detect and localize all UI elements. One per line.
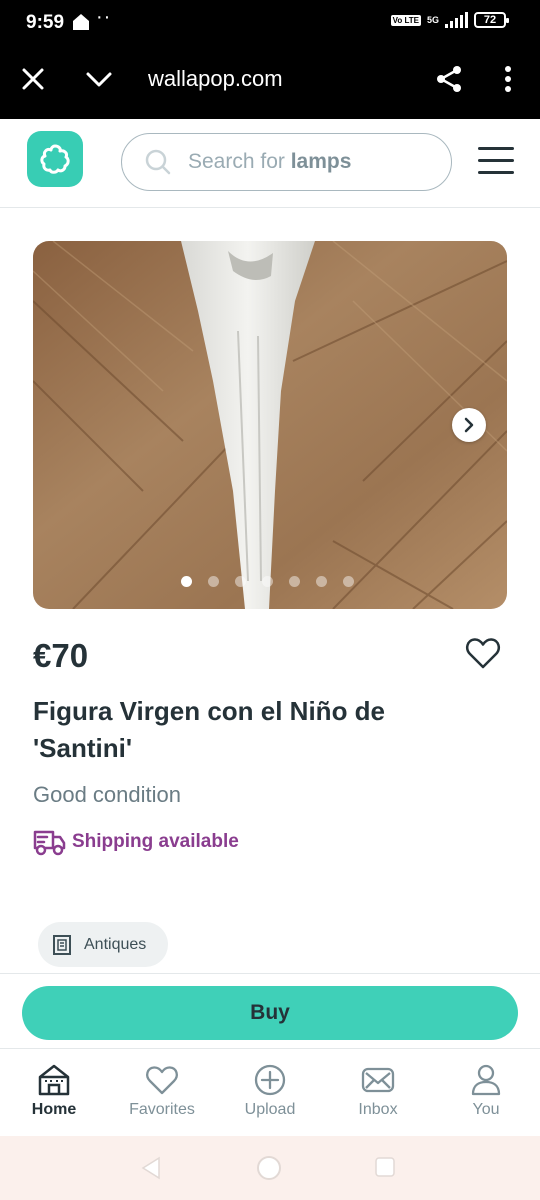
nav-upload[interactable]: Upload (216, 1063, 324, 1119)
system-navigation-bar (0, 1136, 540, 1200)
product-condition: Good condition (33, 782, 181, 807)
shipping-info: Shipping available (33, 828, 239, 856)
nav-you-label: You (472, 1101, 500, 1118)
signal-icon (445, 12, 468, 28)
wallapop-logo[interactable] (27, 131, 83, 187)
search-placeholder-keyword: lamps (290, 150, 352, 173)
nav-you[interactable]: You (432, 1063, 540, 1119)
nav-inbox[interactable]: Inbox (324, 1063, 432, 1119)
envelope-icon (361, 1067, 395, 1093)
battery-level: 72 (483, 14, 497, 26)
more-vert-icon[interactable] (498, 64, 518, 94)
search-input[interactable]: Search for lamps (121, 133, 452, 191)
volte-badge: Vo LTE (390, 14, 421, 26)
nav-inbox-label: Inbox (358, 1101, 398, 1118)
logo-icon (40, 144, 70, 174)
category-label: Antiques (84, 935, 147, 953)
nav-upload-label: Upload (244, 1101, 296, 1118)
product-title: Figura Virgen con el Niño de 'Santini' (33, 696, 386, 763)
browser-toolbar: wallapop.com (0, 44, 540, 119)
home-circle-icon[interactable] (255, 1154, 283, 1182)
bottom-navigation: Home Favorites Upload Inbox You (0, 1048, 540, 1136)
favorite-heart-icon[interactable] (465, 636, 501, 670)
next-image-button[interactable] (452, 408, 486, 442)
back-triangle-icon[interactable] (140, 1156, 162, 1180)
search-placeholder-prefix: Search for (188, 150, 291, 173)
chevron-down-icon[interactable] (84, 66, 114, 92)
user-icon (471, 1064, 501, 1096)
close-icon[interactable] (20, 66, 46, 92)
product-photo (33, 241, 507, 609)
buy-button[interactable]: Buy (22, 986, 518, 1040)
status-indicators: Vo LTE 5G 72 (390, 12, 509, 28)
carousel-pagination (181, 576, 354, 587)
carousel-dot[interactable] (316, 576, 327, 587)
home-status-icon (73, 14, 89, 30)
battery-icon: 72 (474, 12, 509, 28)
search-icon (145, 149, 171, 175)
carousel-dot[interactable] (262, 576, 273, 587)
recent-apps-icon[interactable] (374, 1156, 396, 1178)
nav-favorites-label: Favorites (129, 1101, 195, 1118)
product-image-carousel[interactable] (33, 241, 507, 609)
truck-icon (33, 830, 66, 856)
shipping-label: Shipping available (72, 831, 239, 852)
divider (0, 973, 540, 974)
heart-icon (146, 1066, 178, 1095)
plus-circle-icon (254, 1064, 286, 1096)
nav-favorites[interactable]: Favorites (108, 1063, 216, 1119)
status-more-dots: ·· (96, 6, 112, 28)
antiques-icon (53, 934, 71, 955)
carousel-dot[interactable] (289, 576, 300, 587)
search-placeholder: Search for lamps (188, 150, 351, 174)
status-bar: 9:59 ·· Vo LTE 5G 72 (0, 0, 540, 44)
product-price: €70 (33, 637, 89, 674)
network-type: 5G (426, 14, 439, 25)
carousel-dot[interactable] (208, 576, 219, 587)
category-chip[interactable]: Antiques (38, 922, 169, 967)
chevron-right-icon (464, 417, 474, 433)
home-icon (38, 1064, 70, 1096)
browser-url[interactable]: wallapop.com (148, 66, 283, 92)
nav-home[interactable]: Home (0, 1063, 108, 1119)
nav-home-label: Home (31, 1101, 77, 1118)
share-icon[interactable] (434, 64, 464, 94)
status-time: 9:59 (26, 12, 65, 33)
hamburger-menu-icon[interactable] (478, 147, 514, 177)
app-header: Search for lamps (0, 119, 540, 208)
carousel-dot[interactable] (235, 576, 246, 587)
carousel-dot[interactable] (343, 576, 354, 587)
carousel-dot[interactable] (181, 576, 192, 587)
